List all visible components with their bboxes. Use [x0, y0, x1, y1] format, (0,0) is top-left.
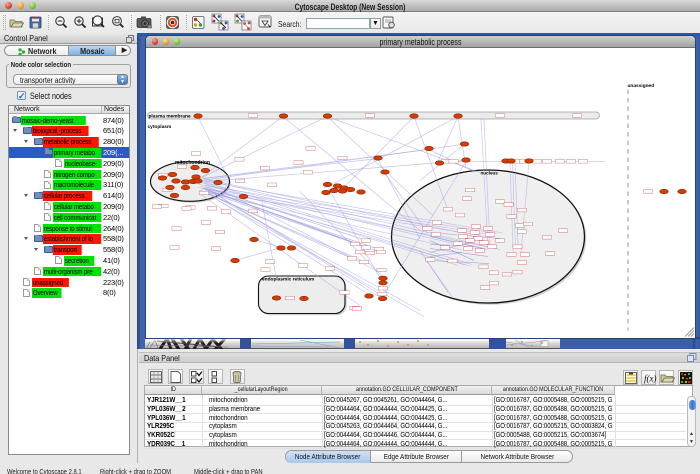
svg-text:f(x): f(x) — [644, 374, 657, 384]
svg-text:cytoplasm: cytoplasm — [147, 124, 171, 130]
svg-text:endoplasmic reticulum: endoplasmic reticulum — [262, 276, 314, 282]
svg-text:plasma membrane: plasma membrane — [148, 113, 190, 119]
svg-text:unassigned: unassigned — [627, 83, 654, 89]
svg-text:nucleus: nucleus — [480, 170, 498, 175]
